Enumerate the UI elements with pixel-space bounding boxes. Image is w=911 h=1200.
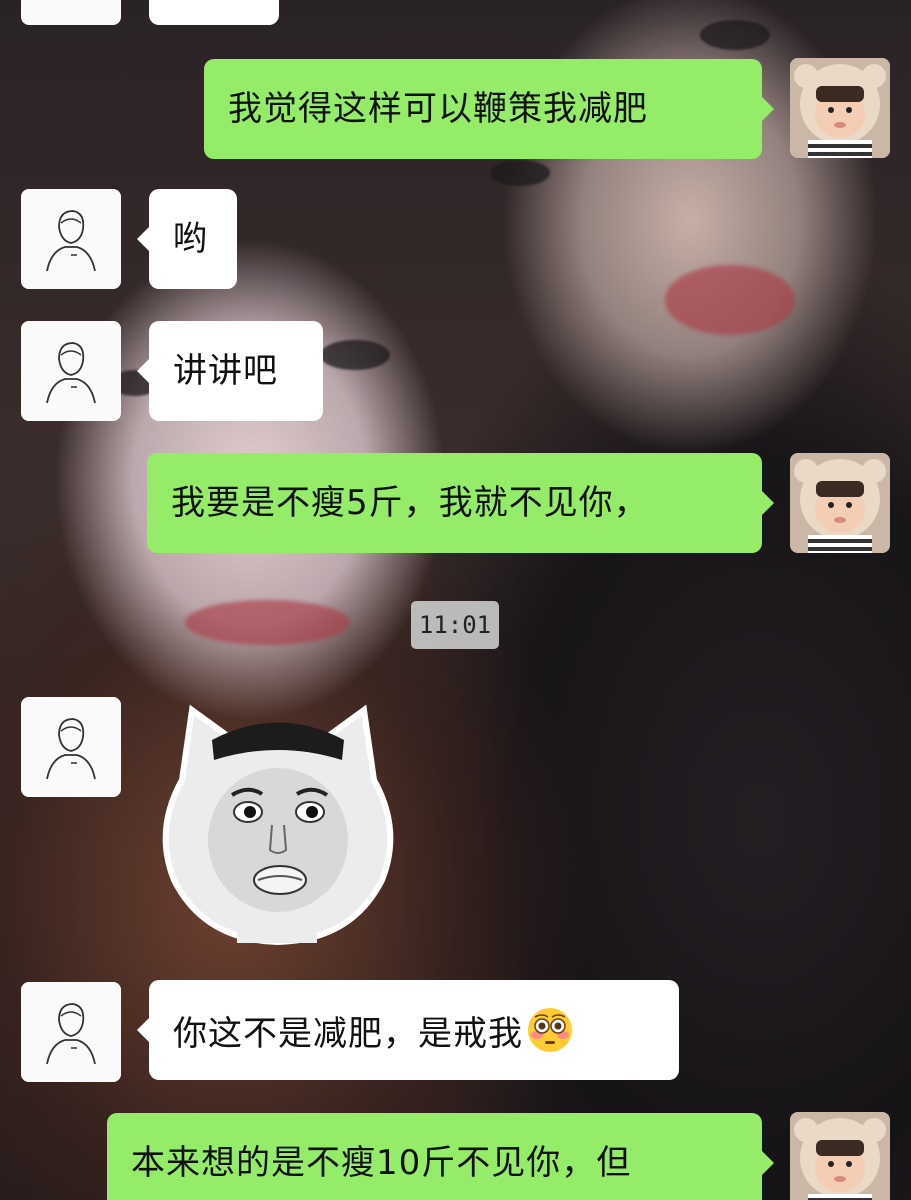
background-lips-1 bbox=[185, 600, 350, 645]
baby-bear-hat-avatar-icon bbox=[790, 453, 890, 553]
my-avatar[interactable] bbox=[790, 1112, 890, 1200]
background-eye-left bbox=[320, 340, 390, 370]
message-text: 哟 bbox=[173, 219, 208, 259]
their-avatar[interactable] bbox=[21, 982, 121, 1082]
message-bubble-them[interactable]: 哟 bbox=[137, 189, 237, 289]
message-bubble-them[interactable]: 你这不是减肥，是戒我 bbox=[137, 980, 679, 1080]
background-lips-2 bbox=[665, 265, 795, 335]
sketch-person-avatar-icon bbox=[21, 982, 121, 1082]
message-bubble-me[interactable]: 本来想的是不瘦10斤不见你，但 bbox=[107, 1113, 774, 1200]
message-text: 你这不是减肥，是戒我 bbox=[173, 1014, 523, 1054]
flushed-face-emoji-icon bbox=[528, 1008, 572, 1052]
baby-bear-hat-avatar-icon bbox=[790, 58, 890, 158]
message-bubble-partial[interactable] bbox=[149, 0, 279, 25]
message-bubble-me[interactable]: 我要是不瘦5斤，我就不见你， bbox=[147, 453, 774, 553]
my-avatar[interactable] bbox=[790, 58, 890, 158]
message-text: 我觉得这样可以鞭策我减肥 bbox=[228, 89, 648, 129]
cat-face-meme-sticker-icon bbox=[162, 704, 394, 946]
background-eye-4 bbox=[490, 160, 550, 186]
my-avatar[interactable] bbox=[790, 453, 890, 553]
their-avatar[interactable] bbox=[21, 321, 121, 421]
their-avatar-partial[interactable] bbox=[21, 0, 121, 25]
chat-screen: 我觉得这样可以鞭策我减肥 哟 讲讲吧 我要是不瘦5斤，我就不见你， 11:01 … bbox=[0, 0, 911, 1200]
message-bubble-them[interactable]: 讲讲吧 bbox=[137, 321, 323, 421]
sketch-person-avatar-icon bbox=[21, 697, 121, 797]
message-text: 我要是不瘦5斤，我就不见你， bbox=[171, 483, 649, 523]
message-text: 讲讲吧 bbox=[173, 351, 278, 391]
message-timestamp: 11:01 bbox=[411, 601, 499, 649]
background-eye-3 bbox=[700, 20, 770, 50]
message-text: 本来想的是不瘦10斤不见你，但 bbox=[131, 1143, 632, 1183]
their-avatar[interactable] bbox=[21, 697, 121, 797]
sketch-person-avatar-icon bbox=[21, 189, 121, 289]
their-avatar[interactable] bbox=[21, 189, 121, 289]
sketch-person-avatar-icon bbox=[21, 321, 121, 421]
message-bubble-me[interactable]: 我觉得这样可以鞭策我减肥 bbox=[204, 59, 774, 159]
baby-bear-hat-avatar-icon bbox=[790, 1112, 890, 1200]
cat-face-meme-sticker[interactable] bbox=[152, 700, 404, 950]
